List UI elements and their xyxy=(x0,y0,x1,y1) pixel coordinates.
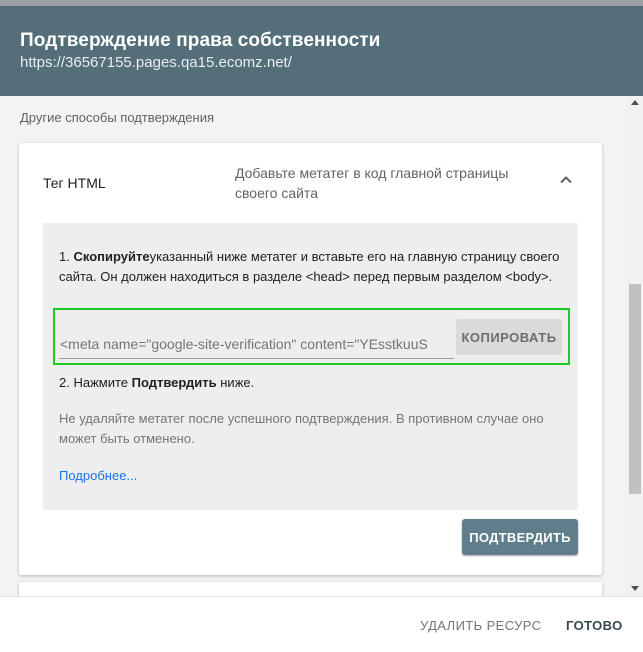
method-description: Добавьте метатег в код главной страницы … xyxy=(235,165,509,201)
dialog-header: Подтверждение права собственности https:… xyxy=(0,6,643,96)
instructions-panel: 1. Скопируйтеуказанный ниже метатег и вс… xyxy=(43,223,578,510)
step-one-bold: Скопируйте xyxy=(73,249,150,264)
step-two-text: 2. Нажмите Подтвердить ниже. xyxy=(59,375,254,390)
delete-property-button[interactable]: УДАЛИТЬ РЕСУРС xyxy=(412,609,549,641)
scroll-thumb[interactable] xyxy=(629,284,641,494)
warning-text: Не удаляйте метатег после успешного подт… xyxy=(59,411,544,446)
scroll-down-arrow-icon[interactable] xyxy=(631,586,639,591)
ownership-dialog: Подтверждение права собственности https:… xyxy=(0,6,643,652)
next-method-card[interactable] xyxy=(19,582,602,596)
scroll-up-arrow-icon[interactable] xyxy=(631,100,639,105)
meta-tag-highlight: <meta name="google-site-verification" co… xyxy=(53,308,570,365)
method-title: Тег HTML xyxy=(43,175,106,191)
meta-tag-text: <meta name="google-site-verification" co… xyxy=(60,336,428,352)
step-two-prefix: 2. Нажмите xyxy=(59,375,132,390)
step-two-suffix: ниже. xyxy=(216,375,255,390)
content-scrollbar[interactable] xyxy=(627,96,643,596)
section-label: Другие способы подтверждения xyxy=(20,110,215,125)
dialog-content[interactable]: Другие способы подтверждения Тег HTML До… xyxy=(0,96,643,596)
dialog-footer: УДАЛИТЬ РЕСУРС ГОТОВО xyxy=(0,596,643,652)
dialog-title: Подтверждение права собственности xyxy=(20,30,381,51)
meta-tag-field[interactable]: <meta name="google-site-verification" co… xyxy=(59,314,454,359)
verification-method-card: Тег HTML Добавьте метатег в код главной … xyxy=(19,143,602,575)
step-two-bold: Подтвердить xyxy=(131,375,217,390)
confirm-button[interactable]: ПОДТВЕРДИТЬ xyxy=(462,519,578,555)
learn-more-link[interactable]: Подробнее... xyxy=(59,468,137,483)
done-button[interactable]: ГОТОВО xyxy=(558,609,631,641)
chevron-up-icon[interactable] xyxy=(557,171,575,189)
copy-button[interactable]: КОПИРОВАТЬ xyxy=(456,319,562,355)
step-one-text: 1. Скопируйтеуказанный ниже метатег и вс… xyxy=(59,249,560,284)
property-url: https://36567155.pages.qa15.ecomz.net/ xyxy=(20,54,292,71)
